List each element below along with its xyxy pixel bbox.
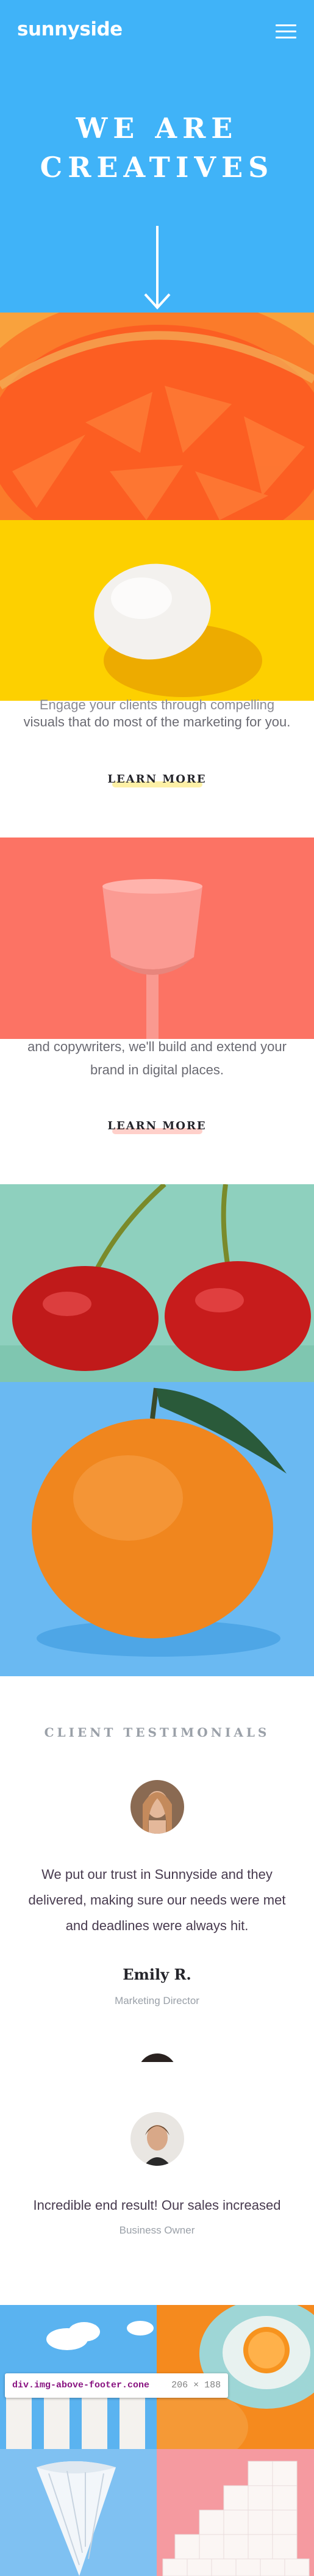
hamburger-menu-icon[interactable] <box>276 24 296 39</box>
cherries-image <box>0 1184 314 1382</box>
section-text: and copywriters, we'll build and extend … <box>27 1039 287 1054</box>
sugar-cubes-image <box>157 2449 314 2576</box>
cone-image <box>0 2449 157 2576</box>
testimonial-name: Emily R. <box>123 1966 191 1983</box>
devtools-inspect-tooltip: div.img-above-footer.cone 206 × 188 <box>5 2373 229 2398</box>
hero-title-line-2: CREATIVES <box>40 151 274 184</box>
egg-on-yellow-image <box>0 520 314 701</box>
hero-section: sunnyside WE ARE CREATIVES <box>0 0 314 313</box>
site-logo[interactable]: sunnyside <box>17 18 123 40</box>
testimonial-role: Business Owner <box>119 2224 195 2236</box>
learn-more-link[interactable]: LEARN MORE <box>0 1120 314 1132</box>
learn-more-link[interactable]: LEARN MORE <box>0 773 314 786</box>
testimonial-quote: Incredible end result! Our sales increas… <box>33 2198 281 2213</box>
pink-cup-image <box>0 838 314 1039</box>
grapefruit-slice-image <box>0 313 314 520</box>
testimonials-heading: CLIENT TESTIMONIALS <box>44 1725 270 1740</box>
tooltip-selector: div.img-above-footer.cone <box>12 2380 150 2390</box>
orange-image <box>0 1382 314 1676</box>
testimonial-role: Marketing Director <box>115 1995 199 2006</box>
section-text: visuals that do most of the marketing fo… <box>23 714 291 729</box>
testimonial-quote: We put our trust in Sunnyside and they d… <box>28 1867 286 1933</box>
tooltip-size: 206 × 188 <box>171 2380 221 2390</box>
hero-title-line-1: WE ARE <box>76 112 238 145</box>
hero-title: WE ARE CREATIVES <box>0 109 314 187</box>
emily-avatar <box>130 1780 184 1834</box>
business-owner-avatar <box>130 2112 184 2166</box>
section-text-2: brand in digital places. <box>90 1062 224 1077</box>
arrow-down-icon <box>144 226 171 309</box>
testimonial-avatar-partial <box>138 2053 177 2062</box>
